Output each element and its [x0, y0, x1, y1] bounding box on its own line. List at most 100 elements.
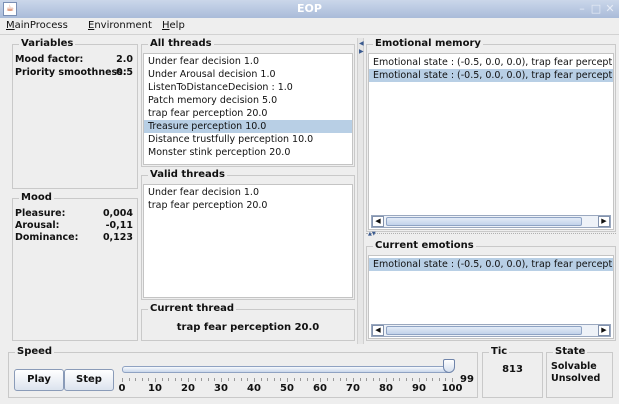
slider-tick: [201, 378, 203, 381]
list-item-selected[interactable]: Emotional state : (-0.5, 0.0, 0.0), trap…: [369, 69, 613, 82]
maximize-button[interactable]: □: [589, 1, 603, 17]
slider-tick: [168, 378, 170, 381]
slider-tick: [273, 378, 275, 381]
close-button[interactable]: ✕: [603, 1, 617, 17]
slider-tick: [254, 378, 255, 382]
tick-label: 40: [247, 383, 261, 394]
state-title: State: [553, 346, 588, 357]
vertical-split-divider[interactable]: ▲▼: [366, 231, 616, 238]
valid-threads-panel: Valid threads Under fear decision 1.0 tr…: [141, 169, 355, 300]
speed-title: Speed: [15, 346, 55, 357]
list-item-selected[interactable]: Emotional state : (-0.5, 0.0, 0.0), trap…: [369, 258, 613, 271]
tick-label: 80: [379, 383, 393, 394]
current-emotions-hscrollbar[interactable]: ◀ ▶: [371, 324, 611, 337]
speed-slider-labels: 0 10 20 30 40 50 60 70 80 90 100: [118, 383, 463, 395]
variables-title: Variables: [19, 38, 76, 49]
tick-label: 30: [214, 383, 228, 394]
slider-tick: [306, 378, 308, 381]
speed-slider-track[interactable]: [122, 366, 452, 373]
list-item[interactable]: trap fear perception 20.0: [144, 107, 352, 120]
slider-tick: [194, 378, 196, 381]
speed-slider-thumb[interactable]: [442, 359, 455, 373]
arousal-value: -0,11: [105, 220, 133, 231]
slider-tick: [148, 378, 150, 381]
slider-tick: [267, 378, 269, 381]
list-item[interactable]: Under fear decision 1.0: [144, 186, 352, 199]
speed-value: 99: [460, 374, 474, 385]
slider-tick: [359, 378, 361, 381]
emotional-memory-hscrollbar[interactable]: ◀ ▶: [371, 215, 611, 228]
menu-help[interactable]: Help: [162, 20, 185, 31]
speed-slider-ticks: [122, 378, 453, 382]
scroll-left-icon[interactable]: ◀: [372, 216, 384, 227]
slider-tick: [346, 378, 348, 381]
variables-panel: Variables Mood factor: 2.0 Priority smoo…: [12, 38, 138, 189]
collapse-right-icon[interactable]: ▶: [359, 48, 364, 55]
list-item[interactable]: Patch memory decision 5.0: [144, 94, 352, 107]
slider-tick: [128, 378, 130, 381]
collapse-up-icon[interactable]: ▲▼: [368, 231, 376, 237]
emotional-memory-list[interactable]: Emotional state : (-0.5, 0.0, 0.0), trap…: [368, 53, 614, 230]
collapse-left-icon[interactable]: ◀: [359, 40, 364, 47]
slider-tick: [379, 378, 381, 381]
minimize-button[interactable]: –: [575, 1, 589, 17]
slider-tick: [141, 378, 143, 381]
list-item[interactable]: ListenToDistanceDecision : 1.0: [144, 81, 352, 94]
tick-label: 0: [118, 383, 126, 394]
tick-label: 50: [280, 383, 294, 394]
menu-bar: MainProcess Environment Help: [0, 18, 619, 35]
slider-tick: [438, 378, 440, 381]
step-button[interactable]: Step: [64, 369, 114, 391]
menu-environment[interactable]: Environment: [88, 20, 152, 31]
speed-panel: Speed Play Step 0 10 20 30 40 50 60 70 8…: [8, 346, 478, 398]
menu-mainprocess[interactable]: MainProcess: [6, 20, 68, 31]
valid-threads-list[interactable]: Under fear decision 1.0 trap fear percep…: [143, 184, 353, 298]
current-emotions-panel: Current emotions Emotional state : (-0.5…: [366, 240, 616, 341]
slider-tick: [366, 378, 368, 381]
tic-value: 813: [502, 364, 523, 375]
slider-tick: [419, 378, 420, 382]
slider-tick: [247, 378, 249, 381]
slider-tick: [207, 378, 209, 381]
dominance-value: 0,123: [102, 232, 133, 243]
slider-tick: [221, 378, 222, 382]
all-threads-panel: All threads Under fear decision 1.0 Unde…: [141, 38, 355, 167]
slider-tick: [155, 378, 156, 382]
state-panel: State Solvable Unsolved: [546, 346, 613, 398]
slider-tick: [161, 378, 163, 381]
list-item[interactable]: Under Arousal decision 1.0: [144, 68, 352, 81]
slider-tick: [135, 378, 137, 381]
slider-tick: [300, 378, 302, 381]
tick-label: 10: [148, 383, 162, 394]
tick-label: 90: [412, 383, 426, 394]
list-item[interactable]: trap fear perception 20.0: [144, 199, 352, 212]
app-icon: ☕: [3, 2, 17, 16]
emotional-memory-panel: Emotional memory Emotional state : (-0.5…: [366, 38, 616, 232]
list-item[interactable]: Distance trustfully perception 10.0: [144, 133, 352, 146]
arousal-label: Arousal:: [15, 220, 60, 231]
slider-tick: [432, 378, 434, 381]
current-emotions-list[interactable]: Emotional state : (-0.5, 0.0, 0.0), trap…: [368, 255, 614, 339]
scroll-thumb[interactable]: [386, 326, 582, 335]
mood-panel: Mood Pleasure: 0,004 Arousal: -0,11 Domi…: [12, 192, 138, 341]
scroll-right-icon[interactable]: ▶: [598, 325, 610, 336]
pleasure-value: 0,004: [102, 208, 133, 219]
list-item-selected[interactable]: Treasure perception 10.0: [144, 120, 352, 133]
slider-tick: [214, 378, 216, 381]
scroll-left-icon[interactable]: ◀: [372, 325, 384, 336]
list-item[interactable]: Monster stink perception 20.0: [144, 146, 352, 159]
current-thread-title: Current thread: [148, 303, 237, 314]
split-divider[interactable]: ◀ ▶: [357, 38, 364, 344]
tick-label: 70: [346, 383, 360, 394]
play-button[interactable]: Play: [14, 369, 64, 391]
slider-tick: [280, 378, 282, 381]
all-threads-list[interactable]: Under fear decision 1.0 Under Arousal de…: [143, 53, 353, 165]
current-thread-panel: Current thread trap fear perception 20.0: [141, 303, 355, 341]
pleasure-label: Pleasure:: [15, 208, 66, 219]
list-item[interactable]: Under fear decision 1.0: [144, 55, 352, 68]
scroll-thumb[interactable]: [386, 217, 582, 226]
state-unsolved: Unsolved: [551, 373, 601, 384]
slider-tick: [445, 378, 447, 381]
list-item[interactable]: Emotional state : (-0.5, 0.0, 0.0), trap…: [369, 56, 613, 69]
scroll-right-icon[interactable]: ▶: [598, 216, 610, 227]
